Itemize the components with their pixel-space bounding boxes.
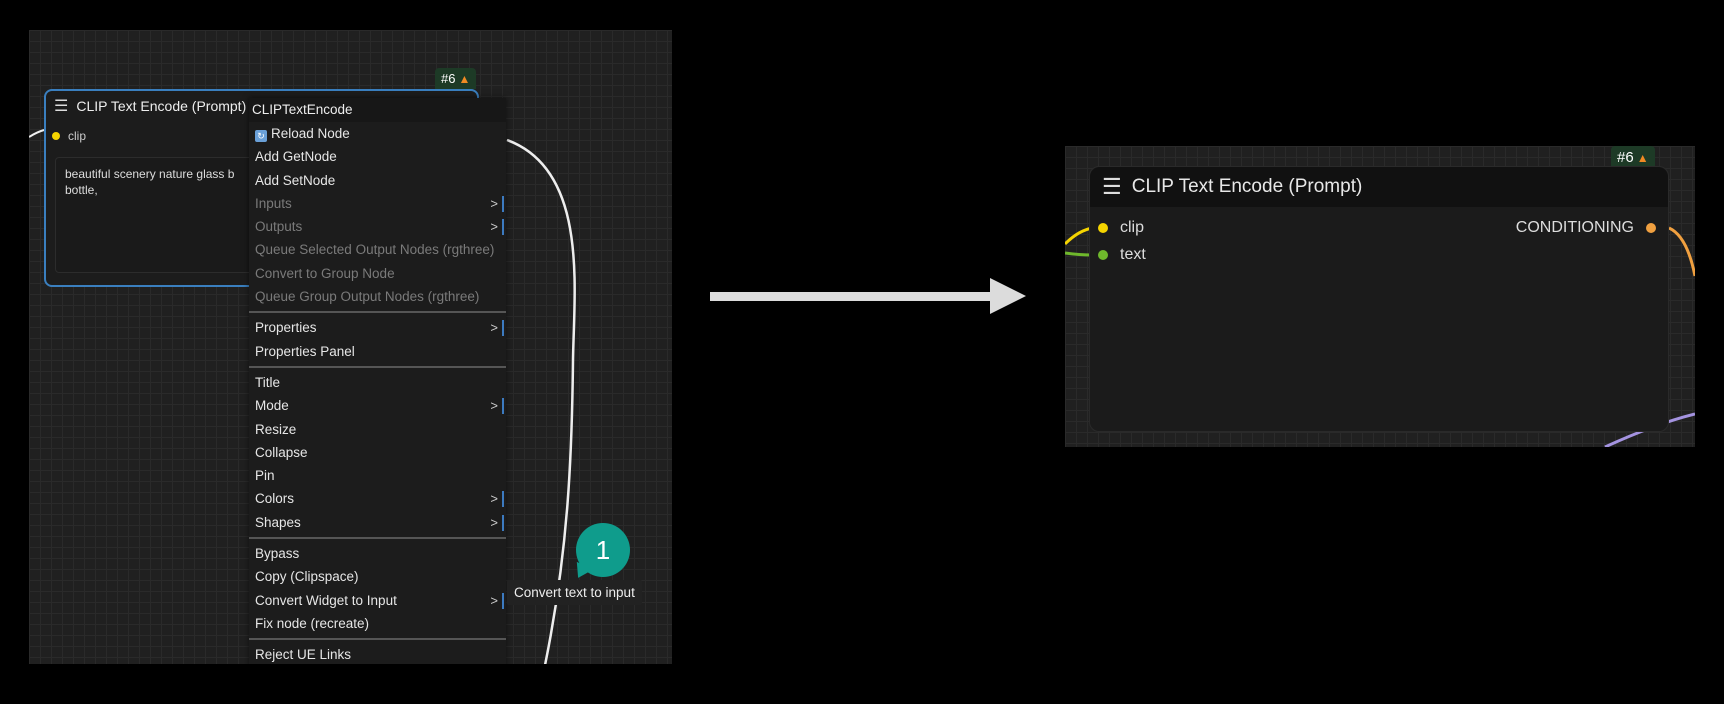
menu-item-pin[interactable]: Pin xyxy=(249,464,506,487)
right-arrow-icon xyxy=(710,292,995,301)
menu-item-bypass[interactable]: Bypass xyxy=(249,542,506,565)
clip-input-label: clip xyxy=(1120,219,1145,236)
submenu-arrow-icon: > xyxy=(490,491,498,507)
node-id-label: #6 xyxy=(1617,149,1634,166)
menu-item-label: Outputs xyxy=(255,219,303,235)
left-graph-canvas[interactable]: #6 ▲ ☰ CLIP Text Encode (Prompt) clip be… xyxy=(29,30,672,664)
clip-input-label: clip xyxy=(68,129,87,143)
menu-divider xyxy=(249,638,506,641)
submenu-arrow-icon: > xyxy=(490,398,498,414)
conditioning-output-slot[interactable]: CONDITIONING xyxy=(1516,219,1656,237)
submenu-arrow-icon: > xyxy=(490,514,498,530)
menu-item-queue-group[interactable]: Queue Group Output Nodes (rgthree) xyxy=(249,285,506,308)
menu-item-collapse[interactable]: Collapse xyxy=(249,441,506,464)
menu-item-label: Inputs xyxy=(255,195,292,211)
node-title: CLIP Text Encode (Prompt) xyxy=(1131,176,1363,197)
context-menu: CLIPTextEncode ↻ Reload Node Add GetNode … xyxy=(249,98,506,664)
menu-item-properties[interactable]: Properties > xyxy=(249,316,506,339)
submenu-arrow-icon: > xyxy=(490,592,498,608)
menu-item-add-setnode[interactable]: Add SetNode xyxy=(249,169,506,192)
fox-icon: ▲ xyxy=(1636,150,1649,165)
clip-input-slot[interactable]: clip xyxy=(1098,219,1144,237)
fox-icon: ▲ xyxy=(458,71,471,86)
menu-item-label: Properties xyxy=(255,320,317,336)
menu-item-convert-widget[interactable]: Convert Widget to Input > xyxy=(249,589,506,612)
menu-item-mode[interactable]: Mode > xyxy=(249,394,506,417)
submenu-arrow-icon: > xyxy=(490,195,498,211)
menu-item-label: Reload Node xyxy=(271,126,350,141)
menu-item-resize[interactable]: Resize xyxy=(249,418,506,441)
node-title-bar[interactable]: ☰ CLIP Text Encode (Prompt) xyxy=(1090,167,1668,207)
clip-input-slot[interactable]: clip xyxy=(52,129,86,143)
node-id-label: #6 xyxy=(441,71,456,86)
menu-item-fix-node[interactable]: Fix node (recreate) xyxy=(249,612,506,635)
menu-item-label: Shapes xyxy=(255,514,301,530)
clip-input-wire xyxy=(29,129,45,138)
menu-divider xyxy=(249,365,506,368)
menu-item-outputs[interactable]: Outputs > xyxy=(249,215,506,238)
clip-dot-icon[interactable] xyxy=(52,132,60,140)
conditioning-output-label: CONDITIONING xyxy=(1515,219,1634,236)
step-number-badge: 1 xyxy=(576,523,630,577)
menu-item-label: Convert Widget to Input xyxy=(255,592,397,608)
menu-divider xyxy=(249,311,506,314)
node-title: CLIP Text Encode (Prompt) xyxy=(76,98,247,114)
right-graph-canvas[interactable]: #6 ▲ ☰ CLIP Text Encode (Prompt) clip te… xyxy=(1065,146,1695,447)
menu-item-queue-selected[interactable]: Queue Selected Output Nodes (rgthree) xyxy=(249,238,506,261)
menu-item-reload-node[interactable]: ↻ Reload Node xyxy=(249,122,506,145)
menu-item-copy-clipspace[interactable]: Copy (Clipspace) xyxy=(249,565,506,588)
arrow-head xyxy=(990,278,1026,314)
menu-item-shapes[interactable]: Shapes > xyxy=(249,511,506,534)
submenu-arrow-icon: > xyxy=(490,320,498,336)
node-id-badge: #6 ▲ xyxy=(435,68,477,89)
clip-text-encode-node[interactable]: ☰ CLIP Text Encode (Prompt) clip text CO… xyxy=(1089,166,1669,432)
conditioning-wire xyxy=(1668,226,1695,277)
menu-item-label: Colors xyxy=(255,491,295,507)
menu-header: CLIPTextEncode xyxy=(249,98,506,122)
submenu-arrow-icon: > xyxy=(490,219,498,235)
menu-item-inputs[interactable]: Inputs > xyxy=(249,192,506,215)
text-input-slot[interactable]: text xyxy=(1098,246,1146,264)
hamburger-icon[interactable]: ☰ xyxy=(1102,174,1122,200)
menu-item-label: Mode xyxy=(255,398,289,414)
conditioning-dot-icon[interactable] xyxy=(1646,223,1656,233)
hamburger-icon[interactable]: ☰ xyxy=(54,96,68,116)
text-dot-icon[interactable] xyxy=(1098,250,1108,260)
menu-item-colors[interactable]: Colors > xyxy=(249,487,506,510)
menu-item-convert-group[interactable]: Convert to Group Node xyxy=(249,262,506,285)
reload-icon: ↻ xyxy=(255,130,267,142)
submenu-convert-text-to-input[interactable]: Convert text to input xyxy=(507,580,642,605)
menu-item-add-getnode[interactable]: Add GetNode xyxy=(249,145,506,168)
text-input-label: text xyxy=(1120,246,1146,263)
clip-dot-icon[interactable] xyxy=(1098,223,1108,233)
menu-item-reject-ue-links[interactable]: Reject UE Links xyxy=(249,643,506,664)
menu-divider xyxy=(249,537,506,540)
menu-item-properties-panel[interactable]: Properties Panel xyxy=(249,340,506,363)
menu-item-title[interactable]: Title xyxy=(249,371,506,394)
